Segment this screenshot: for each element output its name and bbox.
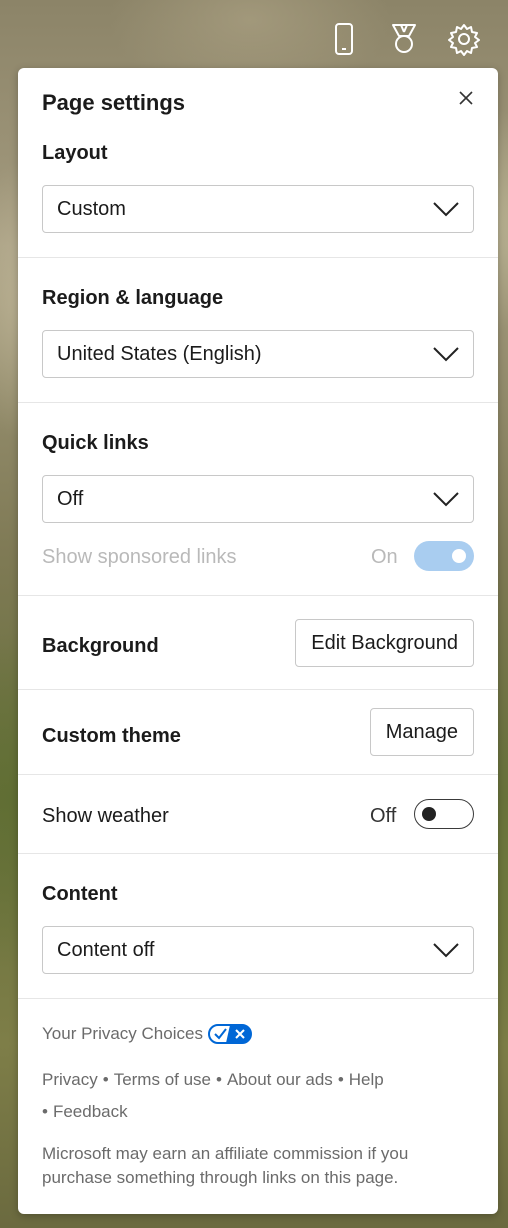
chevron-down-icon xyxy=(433,347,459,362)
edit-background-button[interactable]: Edit Background xyxy=(295,619,474,667)
quick-links-select[interactable]: Off xyxy=(42,475,474,523)
divider xyxy=(18,257,498,258)
region-title: Region & language xyxy=(42,287,224,309)
content-selected-value: Content off xyxy=(57,938,155,961)
sponsored-links-state: On xyxy=(371,546,398,568)
mobile-phone-icon xyxy=(335,23,353,55)
close-button[interactable] xyxy=(456,88,476,108)
layout-title: Layout xyxy=(42,142,108,164)
divider xyxy=(18,853,498,854)
chevron-down-icon xyxy=(433,202,459,217)
separator: • xyxy=(337,1070,344,1089)
show-weather-toggle[interactable] xyxy=(414,799,474,829)
top-toolbar xyxy=(314,14,494,64)
show-weather-label: Show weather xyxy=(42,805,169,827)
custom-theme-title: Custom theme xyxy=(42,725,181,747)
quick-links-title: Quick links xyxy=(42,432,149,454)
footer-links: Privacy • Terms of use • About our ads • Help •… xyxy=(42,1064,474,1128)
terms-of-use-link[interactable]: Terms of use xyxy=(114,1070,211,1089)
sponsored-links-toggle[interactable] xyxy=(414,541,474,571)
help-link[interactable]: Help xyxy=(349,1070,384,1089)
close-icon xyxy=(459,91,473,105)
chevron-down-icon xyxy=(433,492,459,507)
mobile-app-button[interactable] xyxy=(314,14,374,64)
panel-title: Page settings xyxy=(42,90,186,115)
chevron-down-icon xyxy=(433,943,459,958)
divider xyxy=(18,402,498,403)
background-title: Background xyxy=(42,635,159,657)
quick-links-selected-value: Off xyxy=(57,487,84,510)
region-selected-value: United States (English) xyxy=(57,342,262,365)
about-our-ads-link[interactable]: About our ads xyxy=(227,1070,333,1089)
page-settings-panel: Page settings Layout Custom Region & lan… xyxy=(18,68,498,1214)
settings-button[interactable] xyxy=(434,14,494,64)
sponsored-links-label: Show sponsored links xyxy=(42,546,237,568)
affiliate-note: Microsoft may earn an affiliate commissi… xyxy=(42,1144,409,1187)
divider xyxy=(18,689,498,690)
show-weather-state: Off xyxy=(370,805,397,827)
privacy-choices-label: Your Privacy Choices xyxy=(42,1024,203,1043)
region-select[interactable]: United States (English) xyxy=(42,330,474,378)
rewards-button[interactable] xyxy=(374,14,434,64)
divider xyxy=(18,774,498,775)
divider xyxy=(18,998,498,999)
feedback-link[interactable]: Feedback xyxy=(53,1102,128,1121)
separator: • xyxy=(42,1102,48,1121)
layout-select[interactable]: Custom xyxy=(42,185,474,233)
content-select[interactable]: Content off xyxy=(42,926,474,974)
gear-icon xyxy=(448,24,480,56)
privacy-choices-icon xyxy=(207,1024,252,1044)
content-title: Content xyxy=(42,883,118,905)
trophy-icon xyxy=(392,24,416,53)
manage-theme-button[interactable]: Manage xyxy=(369,708,474,756)
toggle-knob xyxy=(452,549,466,563)
toggle-knob xyxy=(422,807,436,821)
privacy-choices-row: Your Privacy Choices xyxy=(42,1024,474,1044)
separator: • xyxy=(102,1070,109,1089)
divider xyxy=(18,595,498,596)
privacy-link[interactable]: Privacy xyxy=(42,1070,98,1089)
separator: • xyxy=(216,1070,222,1089)
layout-selected-value: Custom xyxy=(57,197,126,220)
privacy-choices-link[interactable]: Your Privacy Choices xyxy=(42,1024,474,1044)
